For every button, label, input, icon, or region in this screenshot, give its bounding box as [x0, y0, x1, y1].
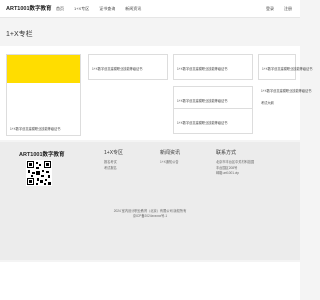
card-caption: 1+X数字创意建模职业技能等级证书 — [177, 67, 228, 71]
footer-link[interactable]: 1+X通知公告 — [160, 160, 180, 166]
nav-item-home[interactable]: 首页 — [56, 6, 64, 12]
featured-banner — [7, 55, 80, 83]
article-card[interactable]: 1+X数字创意建模职业技能等级证书 — [88, 54, 168, 80]
footer-column-1x: 1+X专区 报名考试 考试报名 — [104, 149, 123, 171]
article-card[interactable]: 1+X数字创意建模职业技能等级证书 — [258, 54, 312, 80]
footer-column-contact: 联系方式 北京市丰台区中关村科技园 丰台园区208号 邮箱:art1001.vi… — [216, 149, 254, 177]
register-link[interactable]: 注册 — [284, 6, 292, 12]
featured-card[interactable]: 1+X数字创意建模职业技能等级证书 — [6, 54, 81, 136]
footer-heading: 1+X专区 — [104, 150, 124, 156]
nav-item-certificate[interactable]: 证书查询 — [99, 6, 115, 12]
site-logo[interactable]: ART1001数字教育 — [6, 4, 52, 12]
footer-heading: 新闻资讯 — [160, 150, 181, 156]
footer-column-news: 新闻资讯 1+X通知公告 — [160, 149, 180, 166]
card-caption: 考试大纲 — [261, 101, 274, 105]
main-nav: 首页 1+X专区 证书查询 新闻资讯 — [56, 6, 141, 12]
card-caption: 1+X数字创意建模职业技能等级证书 — [10, 127, 61, 131]
card-caption: 1+X数字创意建模职业技能等级证书 — [261, 89, 312, 93]
article-card[interactable]: 1+X数字创意建模职业技能等级证书 — [173, 54, 253, 80]
top-navbar: ART1001数字教育 首页 1+X专区 证书查询 新闻资讯 登录 注册 — [0, 0, 300, 18]
icp-text[interactable]: 京ICP备2024xxxxxx号-1 — [0, 214, 300, 219]
qr-code-icon — [26, 160, 52, 186]
card-caption: 1+X数字创意建模职业技能等级证书 — [92, 67, 143, 71]
article-card[interactable]: 1+X数字创意建模职业技能等级证书 — [173, 108, 253, 134]
contact-line: 北京市丰台区中关村科技园 — [216, 160, 255, 164]
card-caption: 1+X数字创意建模职业技能等级证书 — [177, 99, 228, 103]
article-link[interactable]: 考试大纲 — [258, 98, 296, 114]
auth-links: 登录 注册 — [266, 6, 292, 12]
section-title: 1+X专栏 — [6, 31, 33, 38]
copyright-block: 2024 室内设计职业教育（北京）有限公司 版权所有 京ICP备2024xxxx… — [0, 209, 300, 219]
card-caption: 1+X数字创意建模职业技能等级证书 — [262, 67, 313, 71]
article-link[interactable]: 1+X数字创意建模职业技能等级证书 — [258, 80, 311, 98]
nav-item-news[interactable]: 新闻资讯 — [125, 6, 141, 12]
footer-logo: ART1001数字教育 — [19, 152, 65, 158]
contact-line: 邮箱:art1001.vip — [216, 171, 240, 175]
card-caption: 1+X数字创意建模职业技能等级证书 — [177, 121, 228, 125]
login-link[interactable]: 登录 — [266, 6, 274, 12]
footer-link[interactable]: 考试报名 — [104, 166, 123, 172]
nav-item-1x[interactable]: 1+X专区 — [74, 6, 89, 12]
footer-heading: 联系方式 — [216, 150, 237, 156]
watermark-bar — [0, 262, 300, 300]
